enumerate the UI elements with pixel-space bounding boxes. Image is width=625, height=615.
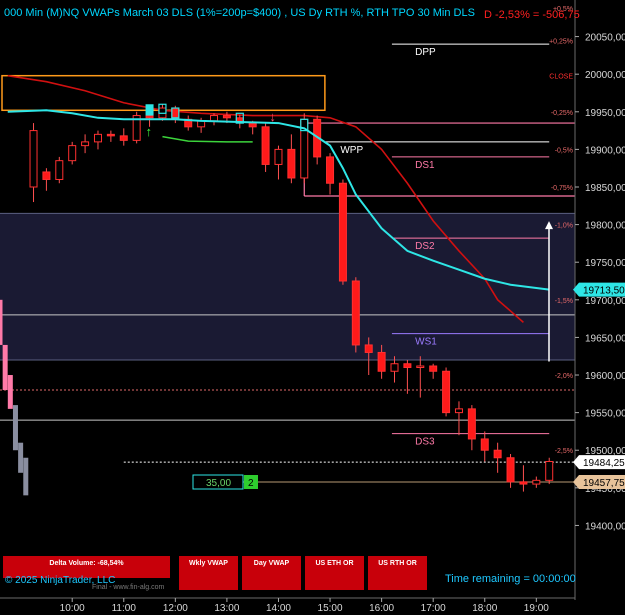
candle-body xyxy=(222,115,231,119)
wkly-vwap-button[interactable]: Wkly VWAP xyxy=(179,556,238,590)
vendor-url: Final - www.fin-alg.com xyxy=(92,584,165,591)
y-tick-label: 19850,00 xyxy=(585,183,625,194)
level-label-dpp: DPP xyxy=(415,47,436,58)
profile-bar xyxy=(23,457,29,496)
x-tick-label: 16:00 xyxy=(369,603,394,614)
y-tick-label: 19950,00 xyxy=(585,108,625,119)
candle-body xyxy=(210,115,219,122)
opening-range-box xyxy=(1,74,326,112)
level-label-ds2: DS2 xyxy=(415,241,435,252)
y-tick-label: 19700,00 xyxy=(585,296,625,307)
percent-tick-label: -0,5% xyxy=(555,147,573,154)
chart-title: 000 Min (M)NQ VWAPs March 03 DLS (1%=200… xyxy=(4,7,475,19)
pnl-readout: D -2,53% = -506,75 xyxy=(484,9,580,21)
x-tick-label: 14:00 xyxy=(266,603,291,614)
candle-body xyxy=(519,481,528,485)
candle-body xyxy=(416,365,425,368)
candle-body xyxy=(55,160,64,180)
candle-body xyxy=(42,171,51,180)
x-tick-label: 12:00 xyxy=(163,603,188,614)
candle-body xyxy=(532,479,541,485)
us-rth-or-button[interactable]: US RTH OR xyxy=(368,556,427,590)
candle-body xyxy=(29,130,38,188)
candle-body xyxy=(403,363,412,368)
price-badge-label: 19713,50 xyxy=(583,286,625,297)
candle-body xyxy=(351,280,360,346)
percent-tick-label: -2,0% xyxy=(555,373,573,380)
candle-body xyxy=(93,133,102,143)
percent-tick-label: -0,25% xyxy=(551,110,573,117)
day-vwap-button[interactable]: Day VWAP xyxy=(242,556,301,590)
percent-tick-label: CLOSE xyxy=(549,74,573,81)
percent-tick-label: -1,5% xyxy=(555,298,573,305)
red-down-arrow: ↓ xyxy=(269,109,276,124)
candle-body xyxy=(68,145,77,162)
price-chart[interactable]: DPP WPP DS1 DS2 WS1 DS3 ↑ ↓ 35,00 2 20050,00 20000,… xyxy=(0,0,625,615)
candle-body xyxy=(119,135,128,141)
y-tick-label: 19900,00 xyxy=(585,145,625,156)
candle-body xyxy=(145,115,154,119)
candle-body xyxy=(274,148,283,165)
y-tick-label: 19750,00 xyxy=(585,258,625,269)
ib-count: 35,00 xyxy=(206,478,231,489)
candle-body xyxy=(493,449,502,459)
candle-body xyxy=(287,148,296,179)
profile-bar xyxy=(12,405,18,451)
candle-body xyxy=(545,461,554,481)
level-label-ds1: DS1 xyxy=(415,160,435,171)
candle-body xyxy=(81,141,90,147)
percent-tick-label: -0,75% xyxy=(551,185,573,192)
level-label-ds3: DS3 xyxy=(415,437,435,448)
y-tick-label: 19600,00 xyxy=(585,371,625,382)
level-label-ws1: WS1 xyxy=(415,337,437,348)
green-up-arrow: ↑ xyxy=(146,124,153,139)
percent-tick-label: +0,25% xyxy=(549,38,573,45)
candle-body xyxy=(506,457,515,483)
y-tick-label: 20050,00 xyxy=(585,33,625,44)
signal-candle-filled xyxy=(145,104,154,116)
time-remaining: Time remaining = 00:00:00 xyxy=(445,573,576,585)
candle-body xyxy=(106,133,115,137)
price-badge-label: 19484,25 xyxy=(583,458,625,469)
profile-bar xyxy=(0,299,3,345)
percent-tick-label: -2,5% xyxy=(555,448,573,455)
level-label-wpp: WPP xyxy=(340,145,363,156)
y-tick-label: 19550,00 xyxy=(585,409,625,420)
candle-body xyxy=(364,344,373,353)
profile-bar xyxy=(7,375,13,409)
candle-body xyxy=(390,363,399,372)
candle-body xyxy=(467,408,476,440)
y-tick-label: 20000,00 xyxy=(585,70,625,81)
x-tick-label: 15:00 xyxy=(318,603,343,614)
price-badge-label: 19457,75 xyxy=(583,478,625,489)
us-eth-or-button[interactable]: US ETH OR xyxy=(305,556,364,590)
candle-body xyxy=(248,122,257,128)
percent-tick-label: -1,0% xyxy=(555,223,573,230)
candle-body xyxy=(261,126,270,165)
candle-body xyxy=(377,351,386,372)
ib-flag: 2 xyxy=(248,478,254,489)
profile-bar xyxy=(2,344,8,391)
x-tick-label: 18:00 xyxy=(472,603,497,614)
x-tick-label: 11:00 xyxy=(112,603,137,614)
profile-bar xyxy=(18,442,24,473)
y-tick-label: 19800,00 xyxy=(585,221,625,232)
candle-body xyxy=(429,365,438,372)
green-ma-line xyxy=(162,135,253,143)
x-tick-label: 19:00 xyxy=(524,603,549,614)
x-tick-label: 17:00 xyxy=(421,603,446,614)
y-tick-label: 19400,00 xyxy=(585,521,625,532)
candle-body xyxy=(338,182,347,282)
x-tick-label: 13:00 xyxy=(214,603,239,614)
y-tick-label: 19650,00 xyxy=(585,333,625,344)
candle-body xyxy=(326,156,335,184)
candle-body xyxy=(480,438,489,451)
candle-body xyxy=(454,408,463,414)
x-tick-label: 10:00 xyxy=(60,603,85,614)
candle-body xyxy=(442,370,451,414)
